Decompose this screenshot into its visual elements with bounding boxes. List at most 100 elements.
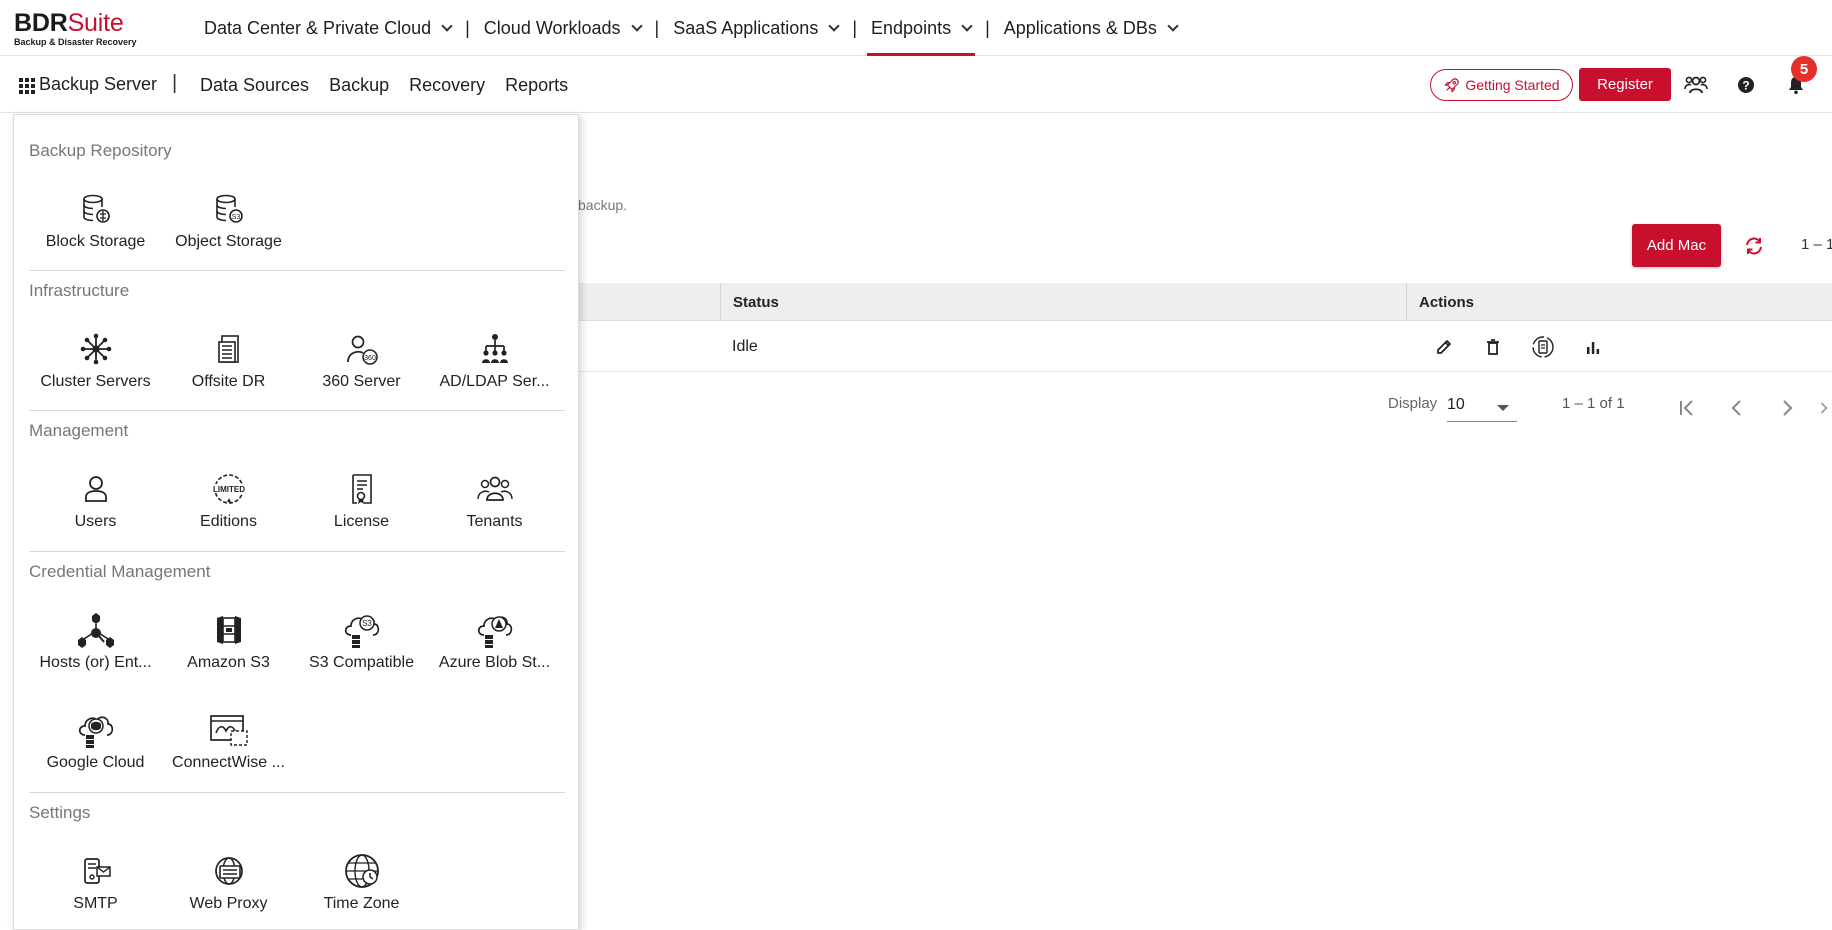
menu-item-label: License: [333, 513, 390, 530]
top-navigation-bar: BDRSuite Backup & Disaster Recovery Data…: [0, 0, 1832, 56]
amazon-s3-icon: [209, 610, 249, 650]
user-icon: [76, 469, 116, 509]
menu-item-google-cloud[interactable]: Google Cloud: [29, 710, 162, 790]
bdrsuite-logo[interactable]: BDRSuite Backup & Disaster Recovery: [14, 10, 144, 50]
web-proxy-icon: [209, 851, 249, 891]
license-icon: [342, 469, 382, 509]
reports-chart-icon[interactable]: [1580, 334, 1606, 360]
menu-item-s3-compatible[interactable]: S3 S3 Compatible: [295, 610, 428, 690]
register-button[interactable]: Register: [1579, 68, 1671, 101]
menu-item-ad-ldap[interactable]: AD/LDAP Ser...: [428, 329, 561, 409]
table-header: Status Actions: [578, 283, 1832, 321]
menu-item-label: S3 Compatible: [309, 654, 414, 671]
backup-server-menu[interactable]: Backup Server: [39, 74, 157, 95]
hosts-icon: [76, 610, 116, 650]
section-divider: [29, 410, 565, 411]
column-status[interactable]: Status: [720, 283, 1306, 321]
block-storage-icon: [76, 189, 116, 229]
nav-recovery[interactable]: Recovery: [409, 75, 485, 96]
menu-item-label: Cluster Servers: [40, 373, 151, 390]
rocket-icon: [1445, 78, 1460, 93]
next-page-icon[interactable]: [1774, 395, 1800, 421]
menu-item-block-storage[interactable]: Block Storage: [29, 189, 162, 269]
getting-started-button[interactable]: Getting Started: [1430, 69, 1573, 101]
nav-endpoints[interactable]: Endpoints: [857, 0, 985, 56]
menu-item-label: ConnectWise ...: [172, 754, 285, 771]
menu-item-object-storage[interactable]: S3 Object Storage: [162, 189, 295, 269]
column-actions: Actions: [1406, 283, 1832, 321]
server-nav: Data Sources Backup Recovery Reports: [190, 57, 578, 113]
svg-text:S3: S3: [362, 619, 372, 628]
chevron-down-icon: [441, 19, 453, 32]
menu-item-label: Web Proxy: [189, 895, 268, 912]
support-team-icon[interactable]: [1682, 71, 1710, 99]
menu-item-license[interactable]: License: [295, 469, 428, 549]
svg-text:LIMITED: LIMITED: [213, 485, 245, 494]
last-page-icon[interactable]: [1818, 395, 1832, 421]
menu-item-label: AD/LDAP Ser...: [439, 373, 550, 390]
nav-data-center[interactable]: Data Center & Private Cloud: [190, 0, 465, 56]
section-title-management: Management: [29, 421, 129, 440]
section-title-credential-management: Credential Management: [29, 562, 211, 581]
menu-item-label: Azure Blob St...: [438, 654, 551, 671]
menu-item-label: Object Storage: [175, 233, 282, 250]
first-page-icon[interactable]: [1674, 395, 1700, 421]
menu-item-connectwise[interactable]: ConnectWise ...: [162, 710, 295, 790]
menu-item-label: Editions: [200, 513, 257, 530]
menu-item-label: Tenants: [466, 513, 523, 530]
menu-item-label: Time Zone: [323, 895, 400, 912]
backup-server-menu-panel: Backup Repository Block Storage S3 Objec…: [13, 114, 579, 930]
menu-item-label: Hosts (or) Ent...: [39, 654, 152, 671]
edit-icon[interactable]: [1431, 334, 1457, 360]
section-divider: [29, 792, 565, 793]
editions-icon: LIMITED: [209, 469, 249, 509]
menu-item-cluster-servers[interactable]: Cluster Servers: [29, 329, 162, 409]
menu-item-smtp[interactable]: SMTP: [29, 851, 162, 930]
page-description: backup.: [578, 197, 628, 213]
nav-backup[interactable]: Backup: [329, 75, 389, 96]
nav-cloud-workloads[interactable]: Cloud Workloads: [470, 0, 655, 56]
page-size-select[interactable]: 10: [1447, 396, 1517, 422]
connectwise-icon: [209, 710, 249, 750]
help-icon[interactable]: ?: [1732, 71, 1760, 99]
server-toolbar: Backup Server | Data Sources Backup Reco…: [0, 57, 1832, 113]
section-divider: [29, 551, 565, 552]
menu-item-azure-blob[interactable]: Azure Blob St...: [428, 610, 561, 690]
range-summary: 1 – 1: [1801, 236, 1832, 253]
chevron-down-icon: [961, 19, 973, 32]
table-row: Idle: [578, 322, 1832, 372]
tenants-icon: [475, 469, 515, 509]
backup-now-icon[interactable]: [1530, 334, 1556, 360]
azure-blob-icon: [475, 610, 515, 650]
smtp-icon: [76, 851, 116, 891]
product-nav: Data Center & Private Cloud | Cloud Work…: [190, 0, 1191, 56]
menu-item-hosts[interactable]: Hosts (or) Ent...: [29, 610, 162, 690]
menu-item-label: Users: [74, 513, 117, 530]
menu-item-label: 360 Server: [322, 373, 401, 390]
menu-item-offsite-dr[interactable]: Offsite DR: [162, 329, 295, 409]
server-360-icon: 360: [342, 329, 382, 369]
object-storage-icon: S3: [209, 189, 249, 229]
menu-item-web-proxy[interactable]: Web Proxy: [162, 851, 295, 930]
previous-page-icon[interactable]: [1724, 395, 1750, 421]
apps-grid-icon[interactable]: [19, 78, 35, 94]
nav-data-sources[interactable]: Data Sources: [200, 75, 309, 96]
s3-compatible-icon: S3: [342, 610, 382, 650]
menu-item-amazon-s3[interactable]: Amazon S3: [162, 610, 295, 690]
notification-count-badge: 5: [1791, 56, 1817, 82]
menu-item-time-zone[interactable]: Time Zone: [295, 851, 428, 930]
menu-item-users[interactable]: Users: [29, 469, 162, 549]
page-range: 1 – 1 of 1: [1562, 395, 1625, 412]
menu-item-editions[interactable]: LIMITED Editions: [162, 469, 295, 549]
add-mac-button[interactable]: Add Mac: [1632, 224, 1721, 267]
svg-text:360: 360: [364, 355, 376, 362]
menu-item-360-server[interactable]: 360 360 Server: [295, 329, 428, 409]
refresh-icon[interactable]: [1743, 235, 1765, 257]
delete-icon[interactable]: [1480, 334, 1506, 360]
menu-item-tenants[interactable]: Tenants: [428, 469, 561, 549]
nav-saas-applications[interactable]: SaaS Applications: [659, 0, 852, 56]
logo-wordmark: BDRSuite: [14, 9, 124, 37]
chevron-down-icon: [630, 19, 643, 32]
nav-applications-dbs[interactable]: Applications & DBs: [990, 0, 1191, 56]
nav-reports[interactable]: Reports: [505, 75, 568, 96]
